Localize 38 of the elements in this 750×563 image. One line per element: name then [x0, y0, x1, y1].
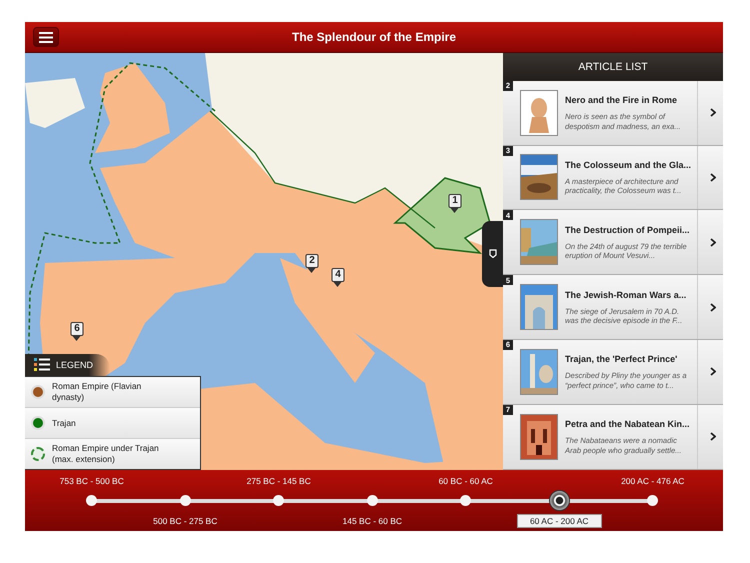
article-title: Petra and the Nabatean Kin... [565, 418, 690, 432]
period-label: 275 BC - 145 BC [246, 476, 311, 486]
panel-handle[interactable] [482, 220, 503, 287]
timeline-stop[interactable] [273, 495, 284, 506]
timeline-stop[interactable] [366, 495, 378, 506]
screen-title: The Splendour of the Empire [292, 30, 456, 44]
chevron-icon [710, 238, 716, 247]
legend-label: Roman Empire (Flavian dynasty) [52, 381, 142, 402]
period-label: 753 BC - 500 BC [60, 476, 124, 486]
timeline-stop[interactable] [460, 495, 472, 506]
period-label: 200 AC - 476 AC [621, 476, 684, 486]
legend-icon [34, 358, 50, 372]
timeline-stop[interactable] [86, 495, 98, 506]
chevron-icon [710, 172, 716, 182]
article-title: The Jewish-Roman Wars a... [565, 288, 686, 302]
legend-title: LEGEND [56, 360, 94, 370]
chevron-icon [710, 432, 716, 442]
article-title: The Colosseum and the Gla... [565, 158, 692, 172]
timeline-stop[interactable] [647, 495, 658, 506]
menu-button[interactable] [33, 27, 59, 47]
marker-icon [488, 249, 496, 258]
period-label: 60 AC - 200 AC [516, 514, 602, 528]
period-label: 145 BC - 60 BC [342, 516, 402, 526]
list-header: ARTICLE LIST [503, 52, 723, 81]
chevron-icon [710, 367, 716, 376]
article-title: The Destruction of Pompeii... [565, 224, 690, 237]
period-label: 60 BC - 60 AC [438, 476, 493, 486]
timeline-stop[interactable] [180, 495, 191, 506]
article-title: Trajan, the 'Perfect Prince' [565, 353, 678, 366]
legend-tab[interactable]: LEGEND [25, 354, 110, 376]
legend-label: Roman Empire under Trajan (max. extension) [52, 443, 160, 464]
article-title: Nero and the Fire in Rome [565, 94, 678, 108]
period-label: 500 BC - 275 BC [153, 516, 218, 526]
menu-icon [39, 32, 53, 42]
chevron-icon [710, 302, 716, 312]
chevron-icon [710, 108, 716, 118]
timeline-thumb[interactable] [548, 490, 570, 512]
legend-label: Trajan [52, 418, 76, 428]
